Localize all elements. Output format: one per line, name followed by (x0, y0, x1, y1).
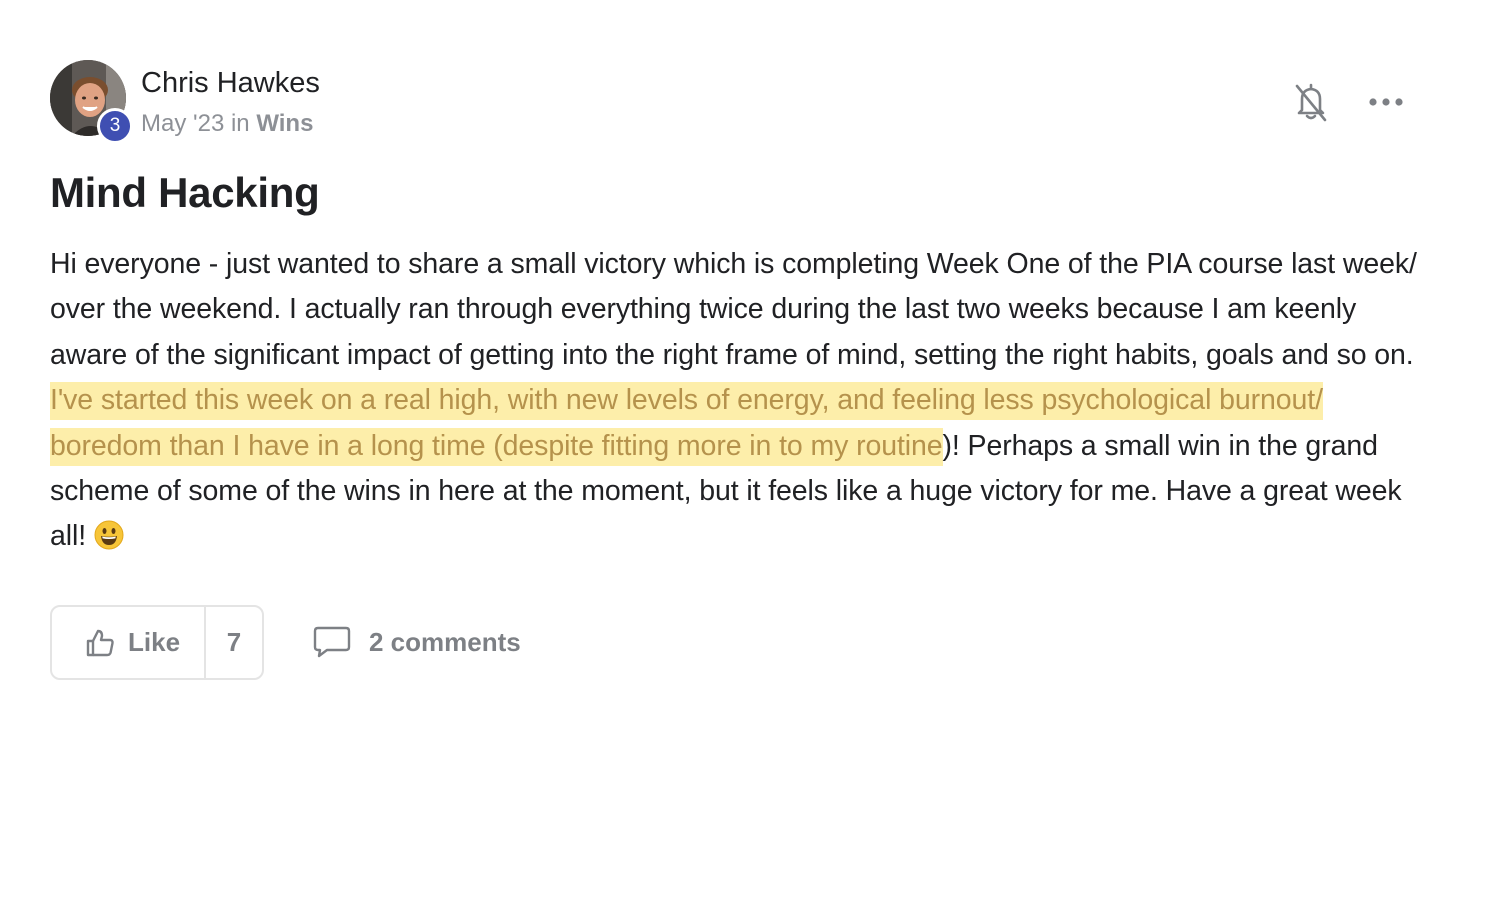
author-name[interactable]: Chris Hawkes (141, 66, 320, 100)
like-button[interactable]: Like (52, 607, 206, 678)
like-control: Like 7 (50, 605, 264, 680)
more-options-icon[interactable] (1366, 90, 1406, 114)
comments-label: 2 comments (369, 626, 521, 657)
like-label: Like (128, 627, 181, 657)
meta-in-word: in (224, 110, 257, 137)
category-link[interactable]: Wins (256, 110, 313, 137)
comment-icon (313, 626, 351, 658)
post-title: Mind Hacking (50, 169, 320, 216)
post-card: 3 Chris Hawkes May '23 in Wins Mind Hack… (0, 0, 1488, 898)
bell-off-icon[interactable] (1292, 82, 1330, 122)
body-text-part1: Hi everyone - just wanted to share a sma… (50, 248, 1417, 371)
post-meta: May '23 in Wins (141, 109, 313, 139)
thumbs-up-icon (86, 629, 114, 656)
post-date: May '23 (141, 110, 225, 137)
like-count[interactable]: 7 (206, 607, 262, 678)
author-avatar[interactable]: 3 (50, 60, 133, 144)
level-badge: 3 (97, 108, 133, 144)
post-body: Hi everyone - just wanted to share a sma… (50, 242, 1435, 560)
grinning-face-emoji-icon (94, 519, 124, 550)
comments-button[interactable]: 2 comments (313, 622, 521, 662)
